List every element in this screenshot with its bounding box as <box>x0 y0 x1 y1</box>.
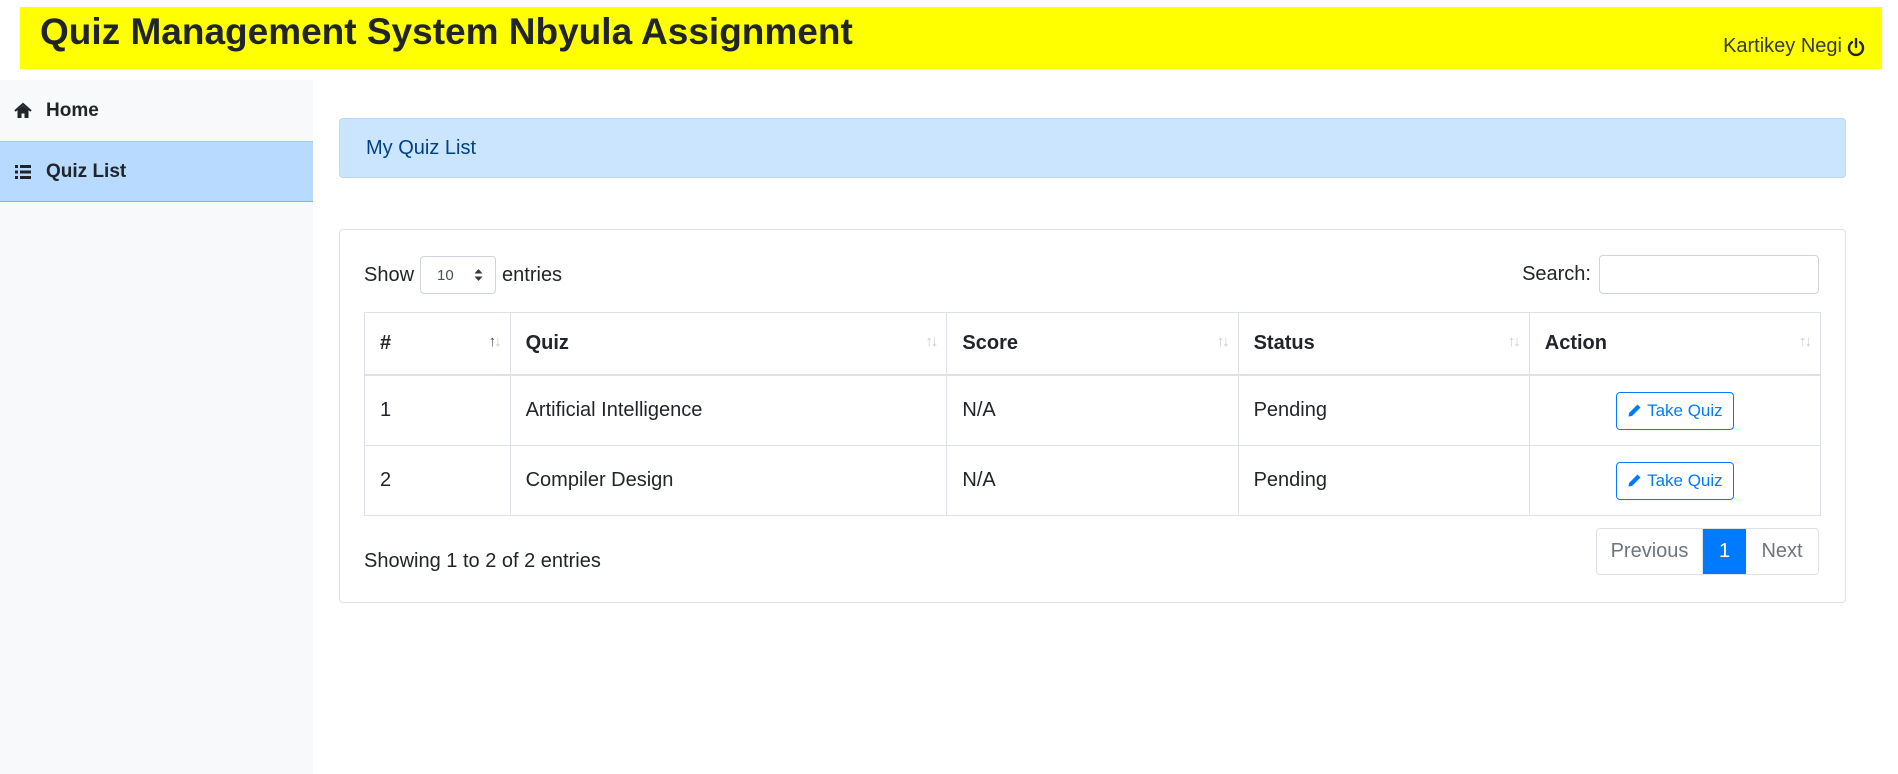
column-header-label: Status <box>1253 332 1315 354</box>
page-length-control: Show 10 entries <box>364 256 562 294</box>
user-name: Kartikey Negi <box>1723 35 1842 57</box>
cell-number: 1 <box>364 374 511 446</box>
app-title: Quiz Management System Nbyula Assignment <box>40 11 853 52</box>
cell-number: 2 <box>364 445 511 516</box>
home-icon <box>14 102 32 118</box>
sort-icon: ↑↓ <box>1507 333 1521 350</box>
page-heading-banner: My Quiz List <box>339 118 1846 178</box>
take-quiz-button[interactable]: Take Quiz <box>1616 391 1734 430</box>
table-search: Search: <box>1522 255 1819 294</box>
column-header-label: Score <box>962 332 1018 354</box>
pencil-icon <box>1628 474 1641 487</box>
page-1-button[interactable]: 1 <box>1703 529 1746 574</box>
column-header-number[interactable]: # ↑↓ <box>364 312 511 376</box>
list-icon <box>15 164 31 179</box>
take-quiz-button[interactable]: Take Quiz <box>1616 461 1734 500</box>
search-input[interactable] <box>1599 255 1819 294</box>
sort-caret-icon <box>474 269 483 281</box>
column-header-label: Action <box>1544 332 1607 354</box>
page-title: My Quiz List <box>366 136 477 159</box>
pagination: Previous 1 Next <box>1596 528 1819 575</box>
top-header-bar: Quiz Management System Nbyula Assignment… <box>20 7 1882 69</box>
sidebar-item-label: Quiz List <box>46 160 127 182</box>
take-quiz-label: Take Quiz <box>1647 470 1723 490</box>
next-page-button[interactable]: Next <box>1746 529 1818 574</box>
take-quiz-label: Take Quiz <box>1647 400 1723 420</box>
page-length-value: 10 <box>437 266 454 284</box>
quiz-table-card: Show 10 entries Search: # ↑↓ Quiz ↑↓ Sco… <box>339 229 1846 603</box>
cell-action: Take Quiz <box>1528 374 1822 446</box>
show-label: Show <box>364 263 415 286</box>
sidebar-item-label: Home <box>46 99 99 121</box>
sort-icon: ↑↓ <box>925 333 938 350</box>
search-label: Search: <box>1522 263 1591 285</box>
cell-action: Take Quiz <box>1528 445 1822 516</box>
entries-label: entries <box>502 263 563 286</box>
cell-status: Pending <box>1237 445 1530 516</box>
user-menu[interactable]: Kartikey Negi <box>1723 35 1866 58</box>
sidebar-item-quiz-list[interactable]: Quiz List <box>0 141 313 202</box>
previous-page-button[interactable]: Previous <box>1597 529 1703 574</box>
column-header-score[interactable]: Score ↑↓ <box>946 312 1239 376</box>
cell-score: N/A <box>946 374 1239 446</box>
cell-status: Pending <box>1237 374 1530 446</box>
cell-quiz: Artificial Intelligence <box>509 374 948 446</box>
sidebar-item-home[interactable]: Home <box>0 80 313 141</box>
table-row: 1 Artificial Intelligence N/A Pending Ta… <box>364 374 1822 446</box>
pencil-icon <box>1628 404 1641 417</box>
cell-score: N/A <box>946 445 1239 516</box>
column-header-label: # <box>380 332 392 354</box>
sort-icon: ↑↓ <box>488 333 502 350</box>
column-header-status[interactable]: Status ↑↓ <box>1237 312 1530 376</box>
sort-icon: ↑↓ <box>1799 333 1812 350</box>
table-info: Showing 1 to 2 of 2 entries <box>364 550 601 572</box>
column-header-label: Quiz <box>525 332 569 354</box>
column-header-quiz[interactable]: Quiz ↑↓ <box>509 312 948 376</box>
page-length-select[interactable]: 10 <box>420 256 497 294</box>
power-icon[interactable] <box>1846 37 1866 57</box>
table-header-row: # ↑↓ Quiz ↑↓ Score ↑↓ Status ↑↓ Action ↑… <box>364 312 1822 376</box>
cell-quiz: Compiler Design <box>509 445 948 516</box>
quiz-table: # ↑↓ Quiz ↑↓ Score ↑↓ Status ↑↓ Action ↑… <box>364 312 1822 516</box>
table-row: 2 Compiler Design N/A Pending Take Quiz <box>364 445 1822 516</box>
sort-icon: ↑↓ <box>1216 333 1230 350</box>
column-header-action[interactable]: Action ↑↓ <box>1528 312 1822 376</box>
sidebar: Home Quiz List <box>0 80 313 774</box>
